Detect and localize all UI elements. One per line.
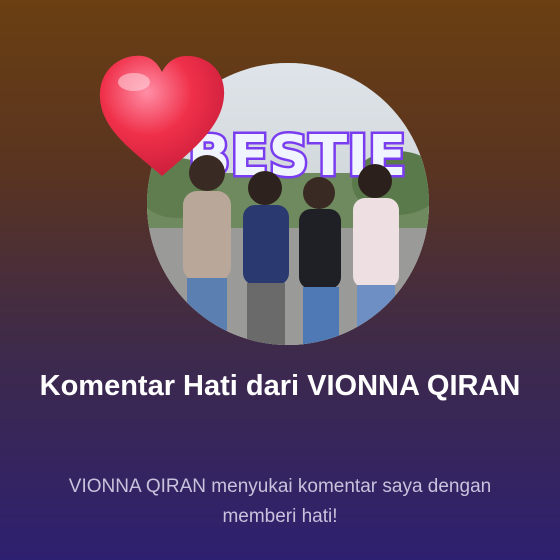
notification-title: Komentar Hati dari VIONNA QIRAN (39, 370, 521, 402)
heart-icon (92, 50, 232, 182)
heart-comment-notification: BESTIE Komentar Hati dari VIONNA QIRAN V… (0, 0, 560, 560)
notification-message: VIONNA QIRAN menyukai komentar saya deng… (68, 476, 492, 527)
